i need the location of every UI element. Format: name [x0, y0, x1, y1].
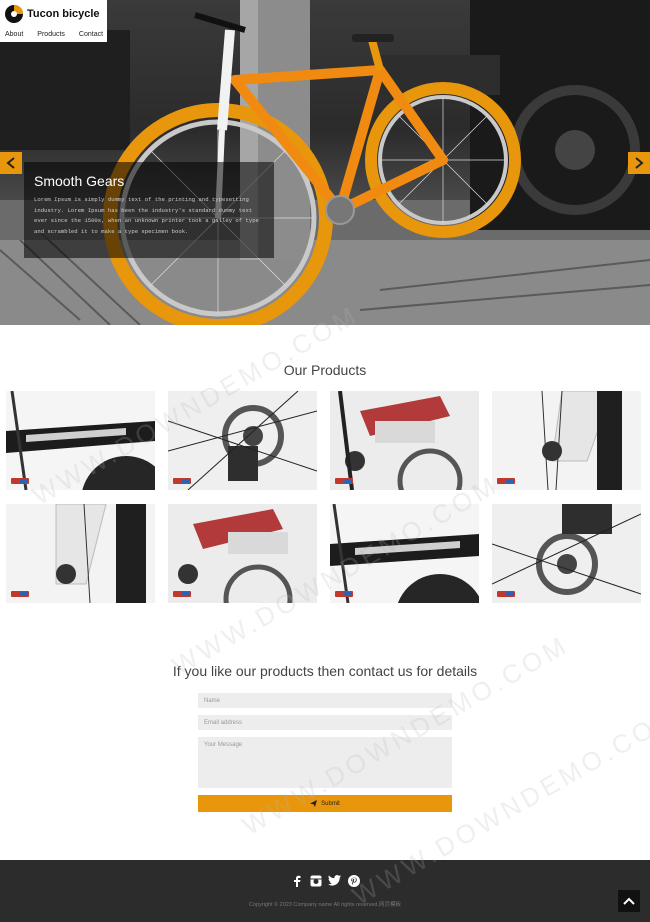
product-grid	[6, 391, 644, 603]
product-tile[interactable]	[330, 504, 479, 603]
contact-form: Name Email address Your Message Submit	[198, 693, 452, 812]
pinterest-icon[interactable]	[347, 874, 360, 887]
copyright-text: Copyright © 2023 Company name All rights…	[248, 902, 401, 908]
product-image	[168, 391, 317, 490]
product-image	[6, 391, 155, 490]
name-field[interactable]: Name	[198, 693, 452, 708]
products-title: Our Products	[283, 362, 367, 378]
product-tile[interactable]	[492, 504, 641, 603]
product-tile[interactable]	[330, 391, 479, 490]
product-tile[interactable]	[6, 391, 155, 490]
email-placeholder: Email address	[204, 719, 243, 726]
slide-caption-title: Smooth Gears	[34, 173, 125, 189]
nav-contact[interactable]: Contact	[79, 31, 103, 38]
submit-button[interactable]: Submit	[198, 795, 452, 812]
back-to-top-button[interactable]	[618, 890, 640, 912]
slide-caption-text: Lorem Ipsum is simply dummy text of the …	[34, 196, 259, 235]
slider-next-button[interactable]	[628, 152, 650, 174]
message-placeholder: Your Message	[204, 742, 243, 748]
product-image	[492, 391, 641, 490]
paper-plane-icon	[310, 800, 318, 807]
chevron-right-icon	[635, 157, 644, 169]
chevron-up-icon	[623, 897, 635, 905]
logo-text: Tucon bicycle	[27, 8, 100, 20]
brand-badge-icon	[335, 591, 353, 597]
product-image	[6, 504, 155, 603]
main-nav: About Products Contact	[5, 31, 117, 38]
slider-prev-button[interactable]	[0, 152, 22, 174]
brand-badge-icon	[335, 478, 353, 484]
twitter-icon[interactable]	[328, 874, 341, 887]
product-image	[330, 391, 479, 490]
logo[interactable]: Tucon bicycle	[4, 4, 100, 24]
logo-icon	[5, 5, 23, 23]
brand-badge-icon	[173, 591, 191, 597]
product-tile[interactable]	[492, 391, 641, 490]
product-tile[interactable]	[168, 504, 317, 603]
brand-badge-icon	[11, 591, 29, 597]
product-tile[interactable]	[6, 504, 155, 603]
slide-caption: Smooth Gears Lorem Ipsum is simply dummy…	[24, 162, 274, 258]
contact-title: If you like our products then contact us…	[172, 663, 478, 679]
footer: Copyright © 2023 Company name All rights…	[0, 860, 650, 922]
nav-products[interactable]: Products	[37, 31, 65, 38]
product-image	[492, 504, 641, 603]
hero-slider: Tucon bicycle About Products Contact Smo…	[0, 0, 650, 325]
message-field[interactable]: Your Message	[198, 737, 452, 788]
chevron-left-icon	[6, 157, 15, 169]
brand-badge-icon	[173, 478, 191, 484]
email-field[interactable]: Email address	[198, 715, 452, 730]
brand-badge-icon	[497, 591, 515, 597]
instagram-icon[interactable]	[309, 874, 322, 887]
product-image	[330, 504, 479, 603]
product-image	[168, 504, 317, 603]
social-links	[290, 874, 360, 887]
brand-badge-icon	[497, 478, 515, 484]
facebook-icon[interactable]	[290, 874, 303, 887]
brand-badge-icon	[11, 478, 29, 484]
nav-about[interactable]: About	[5, 31, 23, 38]
product-tile[interactable]	[168, 391, 317, 490]
name-placeholder: Name	[204, 697, 221, 704]
header-bar: Tucon bicycle About Products Contact	[0, 0, 107, 42]
submit-label: Submit	[321, 800, 340, 807]
